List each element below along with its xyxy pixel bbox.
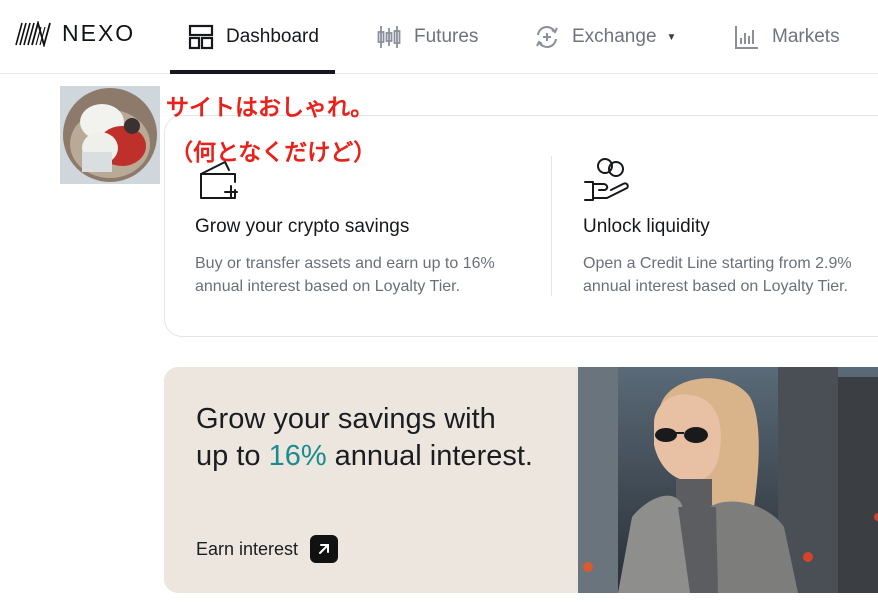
blogger-avatar xyxy=(60,86,160,184)
nav-tab-dashboard[interactable]: Dashboard xyxy=(170,0,335,74)
nav-tab-label: Markets xyxy=(772,26,840,47)
nav-tab-label: Dashboard xyxy=(226,26,319,47)
feature-description-line: Open a Credit Line starting from 2.9% xyxy=(583,255,852,272)
promo-headline: Grow your savings with up to 16% annual … xyxy=(196,401,533,475)
feature-description: Buy or transfer assets and earn up to 16… xyxy=(195,252,535,298)
nav-tab-markets[interactable]: Markets xyxy=(734,0,840,74)
feature-description: Open a Credit Line starting from 2.9% an… xyxy=(583,252,878,298)
dashboard-icon xyxy=(188,24,214,50)
promo-headline-suffix: annual interest. xyxy=(326,440,533,472)
promo-headline-accent: 16% xyxy=(268,440,327,472)
feature-description-line: annual interest based on Loyalty Tier. xyxy=(195,278,461,295)
nexo-logo-icon xyxy=(15,20,51,47)
nav-tab-label: Exchange xyxy=(572,26,657,47)
chevron-down-icon[interactable]: ▼ xyxy=(667,32,677,43)
nav-tab-label: Futures xyxy=(414,26,479,47)
feature-divider xyxy=(551,156,552,296)
earn-interest-label: Earn interest xyxy=(196,538,299,559)
promo-banner[interactable]: Grow your savings with up to 16% annual … xyxy=(164,367,878,593)
hand-coins-icon xyxy=(584,158,629,201)
nav-tab-exchange[interactable]: Exchange ▼ xyxy=(534,0,676,74)
brand-name: NEXO xyxy=(62,20,136,46)
arrow-up-right-icon[interactable] xyxy=(310,535,339,563)
candlestick-icon xyxy=(376,24,402,50)
feature-unlock-liquidity[interactable]: Unlock liquidity Open a Credit Line star… xyxy=(583,156,878,298)
promo-headline-line: Grow your savings with xyxy=(196,403,496,435)
overlay-comment-1: サイトはおしゃれ。 xyxy=(166,95,374,121)
feature-grow-savings[interactable]: Grow your crypto savings Buy or transfer… xyxy=(195,156,535,298)
feature-description-line: annual interest based on Loyalty Tier. xyxy=(583,278,849,295)
feature-title: Unlock liquidity xyxy=(583,216,710,237)
overlay-comment-2: （何となくだけど） xyxy=(170,140,377,166)
top-navigation: NEXO Dashboard Futures Exchange ▼ Market… xyxy=(0,0,878,74)
nav-tab-futures[interactable]: Futures xyxy=(376,0,478,74)
feature-title: Grow your crypto savings xyxy=(195,216,410,237)
promo-headline-prefix: up to xyxy=(196,440,269,472)
feature-description-line: Buy or transfer assets and earn up to 16… xyxy=(195,255,495,272)
bar-chart-icon xyxy=(734,24,760,50)
earn-interest-link[interactable]: Earn interest xyxy=(196,535,339,563)
exchange-icon xyxy=(534,24,560,50)
promo-photo-woman xyxy=(578,367,878,593)
nexo-logo[interactable]: NEXO xyxy=(14,20,135,47)
